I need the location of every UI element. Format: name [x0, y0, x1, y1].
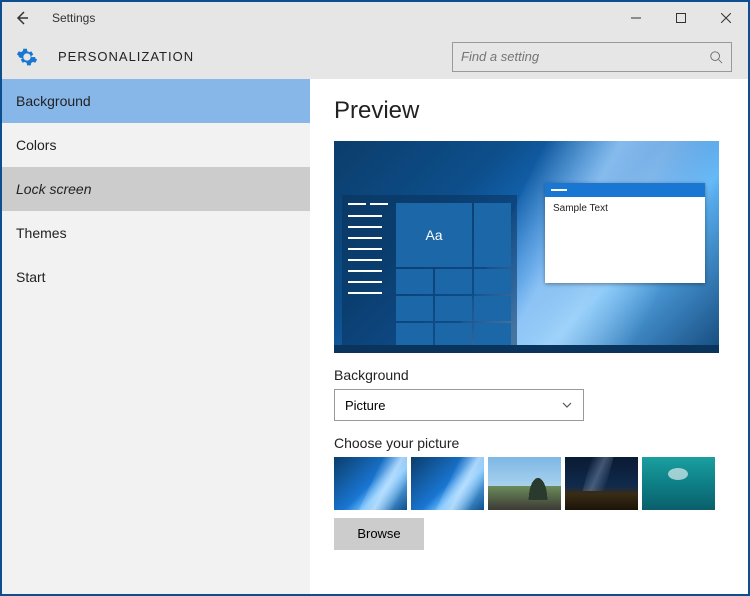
close-icon	[721, 13, 731, 23]
sidebar-item-start[interactable]: Start	[2, 255, 310, 299]
search-icon	[709, 50, 723, 64]
background-dropdown-value: Picture	[345, 398, 385, 413]
picture-thumb-2[interactable]	[411, 457, 484, 510]
preview-heading: Preview	[334, 97, 736, 125]
preview-tile-text: Aa	[396, 203, 472, 267]
maximize-icon	[676, 13, 686, 23]
minimize-icon	[631, 13, 641, 23]
search-box[interactable]	[452, 42, 732, 72]
preview-sample-text: Sample Text	[545, 197, 705, 220]
maximize-button[interactable]	[658, 2, 703, 34]
picture-thumb-1[interactable]	[334, 457, 407, 510]
section-title: PERSONALIZATION	[58, 49, 194, 64]
sidebar-item-label: Lock screen	[16, 181, 91, 197]
window-title: Settings	[52, 11, 95, 25]
sidebar-item-lock-screen[interactable]: Lock screen	[2, 167, 310, 211]
sidebar: Background Colors Lock screen Themes Sta…	[2, 79, 310, 594]
gear-icon	[16, 46, 38, 68]
choose-picture-label: Choose your picture	[334, 435, 736, 451]
browse-button[interactable]: Browse	[334, 518, 424, 550]
back-button[interactable]	[2, 2, 42, 34]
chevron-down-icon	[561, 399, 573, 411]
sidebar-item-label: Themes	[16, 225, 67, 241]
title-bar: Settings	[2, 2, 748, 34]
search-input[interactable]	[461, 49, 709, 64]
picture-thumb-3[interactable]	[488, 457, 561, 510]
picture-thumbnails	[334, 457, 736, 510]
background-label: Background	[334, 367, 736, 383]
sidebar-item-label: Start	[16, 269, 46, 285]
minimize-button[interactable]	[613, 2, 658, 34]
picture-thumb-5[interactable]	[642, 457, 715, 510]
sidebar-item-label: Background	[16, 93, 91, 109]
header-row: PERSONALIZATION	[2, 34, 748, 79]
picture-thumb-4[interactable]	[565, 457, 638, 510]
close-button[interactable]	[703, 2, 748, 34]
sidebar-item-label: Colors	[16, 137, 56, 153]
main-content: Preview Aa Samp	[310, 79, 748, 594]
back-arrow-icon	[14, 10, 30, 26]
sidebar-item-background[interactable]: Background	[2, 79, 310, 123]
sidebar-item-themes[interactable]: Themes	[2, 211, 310, 255]
preview-start-menu: Aa	[342, 195, 517, 345]
desktop-preview: Aa Sample Text	[334, 141, 719, 353]
sidebar-item-colors[interactable]: Colors	[2, 123, 310, 167]
preview-sample-window: Sample Text	[545, 183, 705, 283]
background-dropdown[interactable]: Picture	[334, 389, 584, 421]
